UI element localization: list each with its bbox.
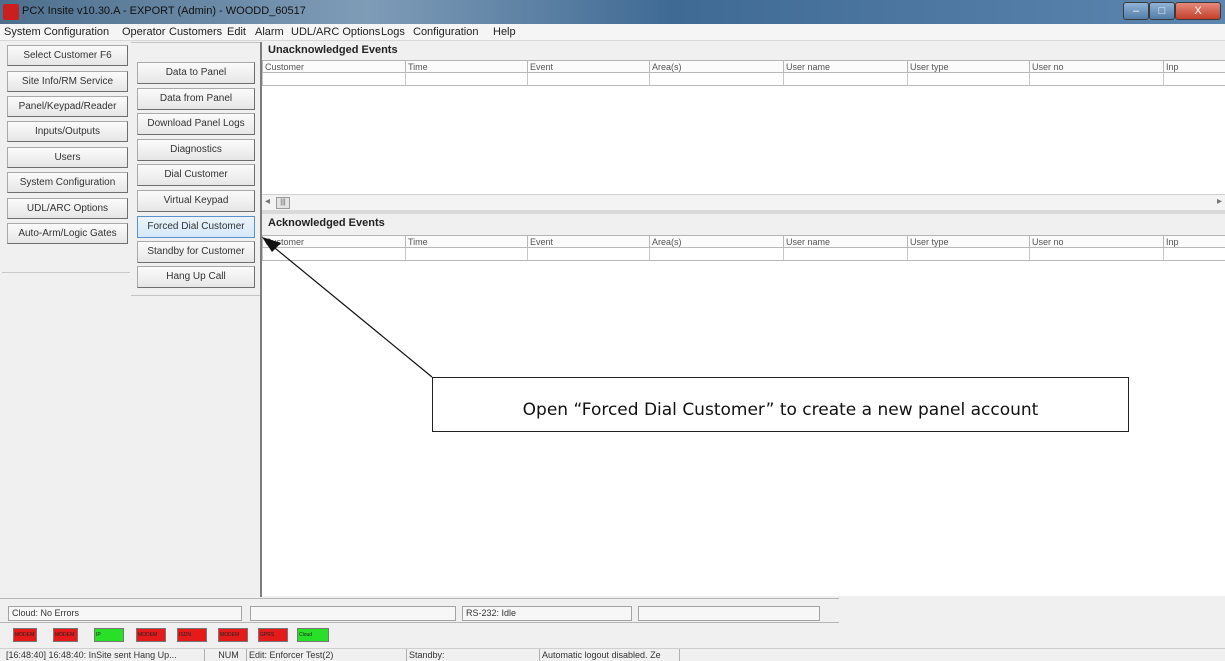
status-area-divider bbox=[0, 598, 839, 599]
annotation-callout: Open “Forced Dial Customer” to create a … bbox=[432, 377, 1129, 432]
modem-indicator: MODEM bbox=[136, 628, 166, 642]
status-field bbox=[638, 606, 820, 621]
num-lock-status: NUM bbox=[209, 649, 247, 661]
gprs-indicator: GPRS bbox=[258, 628, 288, 642]
arrow-line bbox=[269, 243, 433, 378]
ip-indicator: IP bbox=[94, 628, 124, 642]
cloud-indicator: Cloud bbox=[297, 628, 329, 642]
modem-indicator: MODEM bbox=[53, 628, 78, 642]
rs232-status-field: RS-232: Idle bbox=[462, 606, 632, 621]
status-bar: [16:48:40] 16:48:40: InSite sent Hang Up… bbox=[0, 648, 1225, 661]
modem-indicator: MODEM bbox=[13, 628, 37, 642]
edit-status: Edit: Enforcer Test(2) bbox=[247, 649, 407, 661]
status-field bbox=[250, 606, 456, 621]
isdn-indicator: ISDN bbox=[177, 628, 207, 642]
status-area-divider bbox=[0, 622, 839, 623]
annotation-arrow bbox=[262, 237, 433, 378]
status-message: [16:48:40] 16:48:40: InSite sent Hang Up… bbox=[4, 649, 205, 661]
arrow-head bbox=[262, 237, 281, 252]
standby-status: Standby: bbox=[407, 649, 540, 661]
cloud-status-field: Cloud: No Errors bbox=[8, 606, 242, 621]
logout-status: Automatic logout disabled. Ze bbox=[540, 649, 680, 661]
modem-indicator: MODEM bbox=[218, 628, 248, 642]
